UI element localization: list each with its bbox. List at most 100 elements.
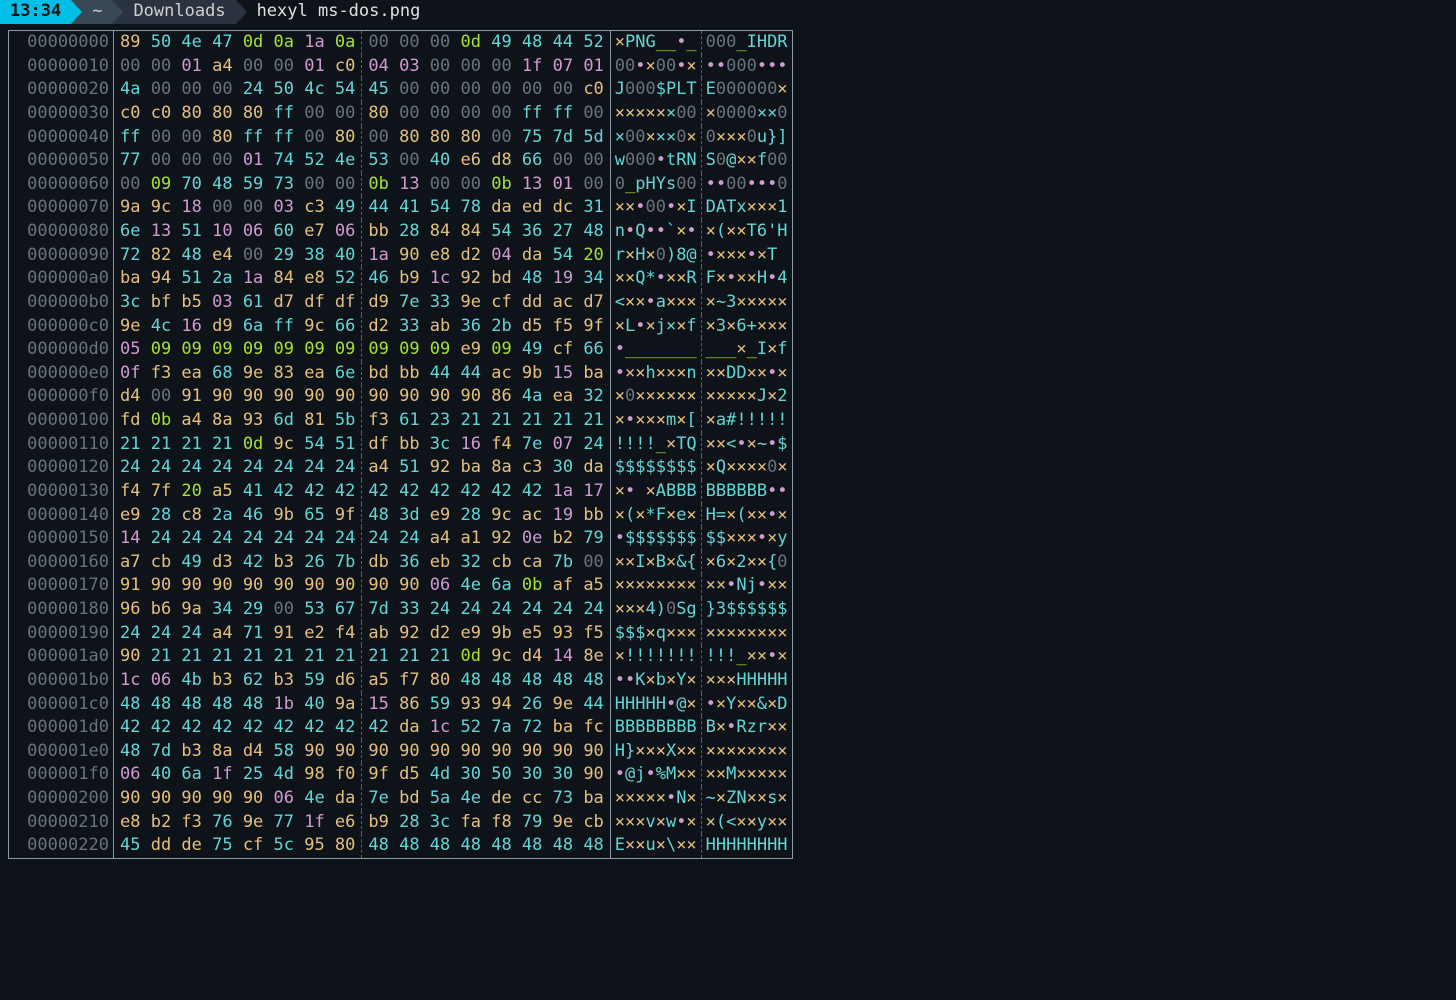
ascii-left: $$$$$$$$ [610,456,701,480]
hex-bytes-right: bb28848454362748 [361,220,609,244]
ascii-right: ••000••• [701,55,792,79]
hex-bytes-left: 9090909090064eda [114,787,361,811]
prompt-arrow-1 [71,0,82,24]
hexdump-row: 000001e0487db38ad45890909090909090909090… [9,740,792,764]
ascii-right: ××•Nj•×× [701,574,792,598]
hex-bytes-left: fd0ba48a936d815b [114,409,361,433]
hexdump-row: 00000210e8b2f3769e771fe6b9283cfaf8799ecb… [9,811,792,835]
prompt-command[interactable]: hexyl ms-dos.png [247,0,421,24]
hex-bytes-right: 483de9289cac19bb [361,504,609,528]
offset: 00000080 [9,220,114,244]
hex-bytes-right: 9090064e6a0bafa5 [361,574,609,598]
hex-bytes-right: 0b1300000b130100 [361,173,609,197]
ascii-left: w000•tRN [610,149,701,173]
hexdump-row: 000000f0d40091909090909090909090864aea32… [9,385,792,409]
ascii-left: !!!!_×TQ [610,433,701,457]
offset: 00000050 [9,149,114,173]
hexdump-row: 0000006000097048597300000b1300000b130100… [9,173,792,197]
ascii-left: ×00×××0× [610,126,701,150]
hexdump-row: 000001d0424242424242424242da1c527a72bafc… [9,716,792,740]
offset: 00000110 [9,433,114,457]
ascii-right: 0×××0u}] [701,126,792,150]
offset: 00000220 [9,834,114,858]
hex-bytes-left: 4a00000024504c54 [114,78,361,102]
hex-bytes-right: 1a90e8d204da5420 [361,244,609,268]
ascii-left: E××u×\×× [610,834,701,858]
hexdump-row: 0000000089504e470d0a1a0a0000000d49484452… [9,31,792,55]
ascii-left: ×(×*F×e× [610,504,701,528]
hexdump-row: 00000130f47f20a5414242424242424242421a17… [9,480,792,504]
ascii-right: ×××HHHHH [701,669,792,693]
offset: 000000d0 [9,338,114,362]
ascii-left: 0_pHYs00 [610,173,701,197]
ascii-left: •_______ [610,338,701,362]
hexdump-row: 000001202424242424242424a45192ba8ac330da… [9,456,792,480]
ascii-left: BBBBBBBB [610,716,701,740]
ascii-right: $$×××•×y [701,527,792,551]
hex-bytes-left: f47f20a541424242 [114,480,361,504]
hex-bytes-left: a7cb49d342b3267b [114,551,361,575]
ascii-left: ××•00•×I [610,196,701,220]
offset: 00000130 [9,480,114,504]
ascii-right: ××<•×~•$ [701,433,792,457]
hex-bytes-right: 46b91c92bd481934 [361,267,609,291]
hex-bytes-left: ff000080ffff0080 [114,126,361,150]
hexdump-row: 000000c09e4c16d96aff9c66d233ab362bd5f59f… [9,315,792,339]
hexdump-row: 000000b03cbfb50361d7dfdfd97e339ecfddacd7… [9,291,792,315]
hex-bytes-right: 04030000001f0701 [361,55,609,79]
offset: 00000140 [9,504,114,528]
ascii-right: ___×_I×f [701,338,792,362]
hexdump-row: 000001f006406a1f254d98f09fd54d3050303090… [9,763,792,787]
ascii-right: ×6×2××{0 [701,551,792,575]
hexdump-row: 000000d00509090909090909090909e90949cf66… [9,338,792,362]
hex-bytes-right: 0000000d49484452 [361,31,609,55]
hex-bytes-right: 44415478daeddc31 [361,196,609,220]
hexdump-row: 000000806e1351100660e706bb28848454362748… [9,220,792,244]
hex-bytes-right: ab92d2e99be593f5 [361,622,609,646]
ascii-right: E000000× [701,78,792,102]
offset: 000000c0 [9,315,114,339]
ascii-right: !!!_××•× [701,645,792,669]
ascii-left: ×!!!!!!! [610,645,701,669]
offset: 000001b0 [9,669,114,693]
hex-bytes-right: 4848484848484848 [361,834,609,858]
ascii-left: ×• ×ABBB [610,480,701,504]
hex-bytes-right: 090909e90949cf66 [361,338,609,362]
offset: 00000070 [9,196,114,220]
ascii-right: ××M××××× [701,763,792,787]
offset: 000001c0 [9,693,114,717]
hex-bytes-right: 9fd54d3050303090 [361,763,609,787]
hex-bytes-left: 0ff3ea689e83ea6e [114,362,361,386]
ascii-right: ×a#!!!!! [701,409,792,433]
offset: 00000120 [9,456,114,480]
hexdump-row: 0000015014242424242424242424a4a1920eb279… [9,527,792,551]
hex-bytes-left: 242424a47191e2f4 [114,622,361,646]
hex-bytes-left: 9e4c16d96aff9c66 [114,315,361,339]
hex-bytes-right: 2424a4a1920eb279 [361,527,609,551]
offset: 00000000 [9,31,114,55]
offset: 00000160 [9,551,114,575]
hex-bytes-right: 7ebd5a4edecc73ba [361,787,609,811]
hex-bytes-left: 48484848481b409a [114,693,361,717]
ascii-right: HHHHHHHH [701,834,792,858]
hexdump-row: 00000110212121210d9c5451dfbb3c16f47e0724… [9,433,792,457]
ascii-right: F×•××H•4 [701,267,792,291]
ascii-left: ×××××××× [610,574,701,598]
offset: 00000040 [9,126,114,150]
hex-bytes-left: 487db38ad4589090 [114,740,361,764]
offset: 00000210 [9,811,114,835]
ascii-left: ×××v×w•× [610,811,701,835]
hexdump-row: 0000018096b69a34290053677d33242424242424… [9,598,792,622]
ascii-left: r×H×0)8@ [610,244,701,268]
ascii-left: 00•×00•× [610,55,701,79]
hex-bytes-left: 1424242424242424 [114,527,361,551]
ascii-right: •×Y××&×D [701,693,792,717]
hexdump-row: 000000709a9c18000003c34944415478daeddc31… [9,196,792,220]
hex-bytes-left: 000001a4000001c0 [114,55,361,79]
hexdump-row: 000001b01c064bb362b359d6a5f7804848484848… [9,669,792,693]
offset: 000001d0 [9,716,114,740]
hex-bytes-right: dfbb3c16f47e0724 [361,433,609,457]
prompt-arrow-2 [112,0,123,24]
hexdump-row: 000000a0ba94512a1a84e85246b91c92bd481934… [9,267,792,291]
prompt-home: ~ [82,0,112,24]
